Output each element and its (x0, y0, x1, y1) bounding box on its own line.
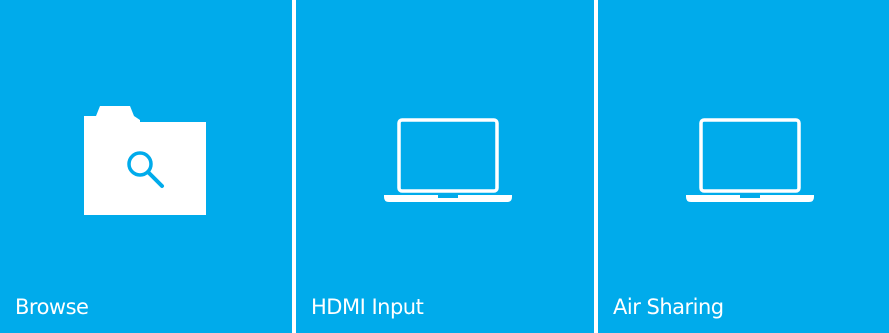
laptop-icon (686, 118, 814, 202)
browse-tile[interactable]: Browse (0, 0, 292, 333)
hdmi-input-label: HDMI Input (311, 295, 424, 319)
folder-search-icon (84, 106, 206, 215)
hdmi-input-tile[interactable]: HDMI Input (296, 0, 594, 333)
laptop-icon (384, 118, 512, 202)
source-tiles: Browse HDMI Input Air Sharing (0, 0, 889, 333)
air-sharing-label: Air Sharing (613, 295, 724, 319)
air-sharing-tile[interactable]: Air Sharing (598, 0, 889, 333)
browse-label: Browse (15, 295, 89, 319)
